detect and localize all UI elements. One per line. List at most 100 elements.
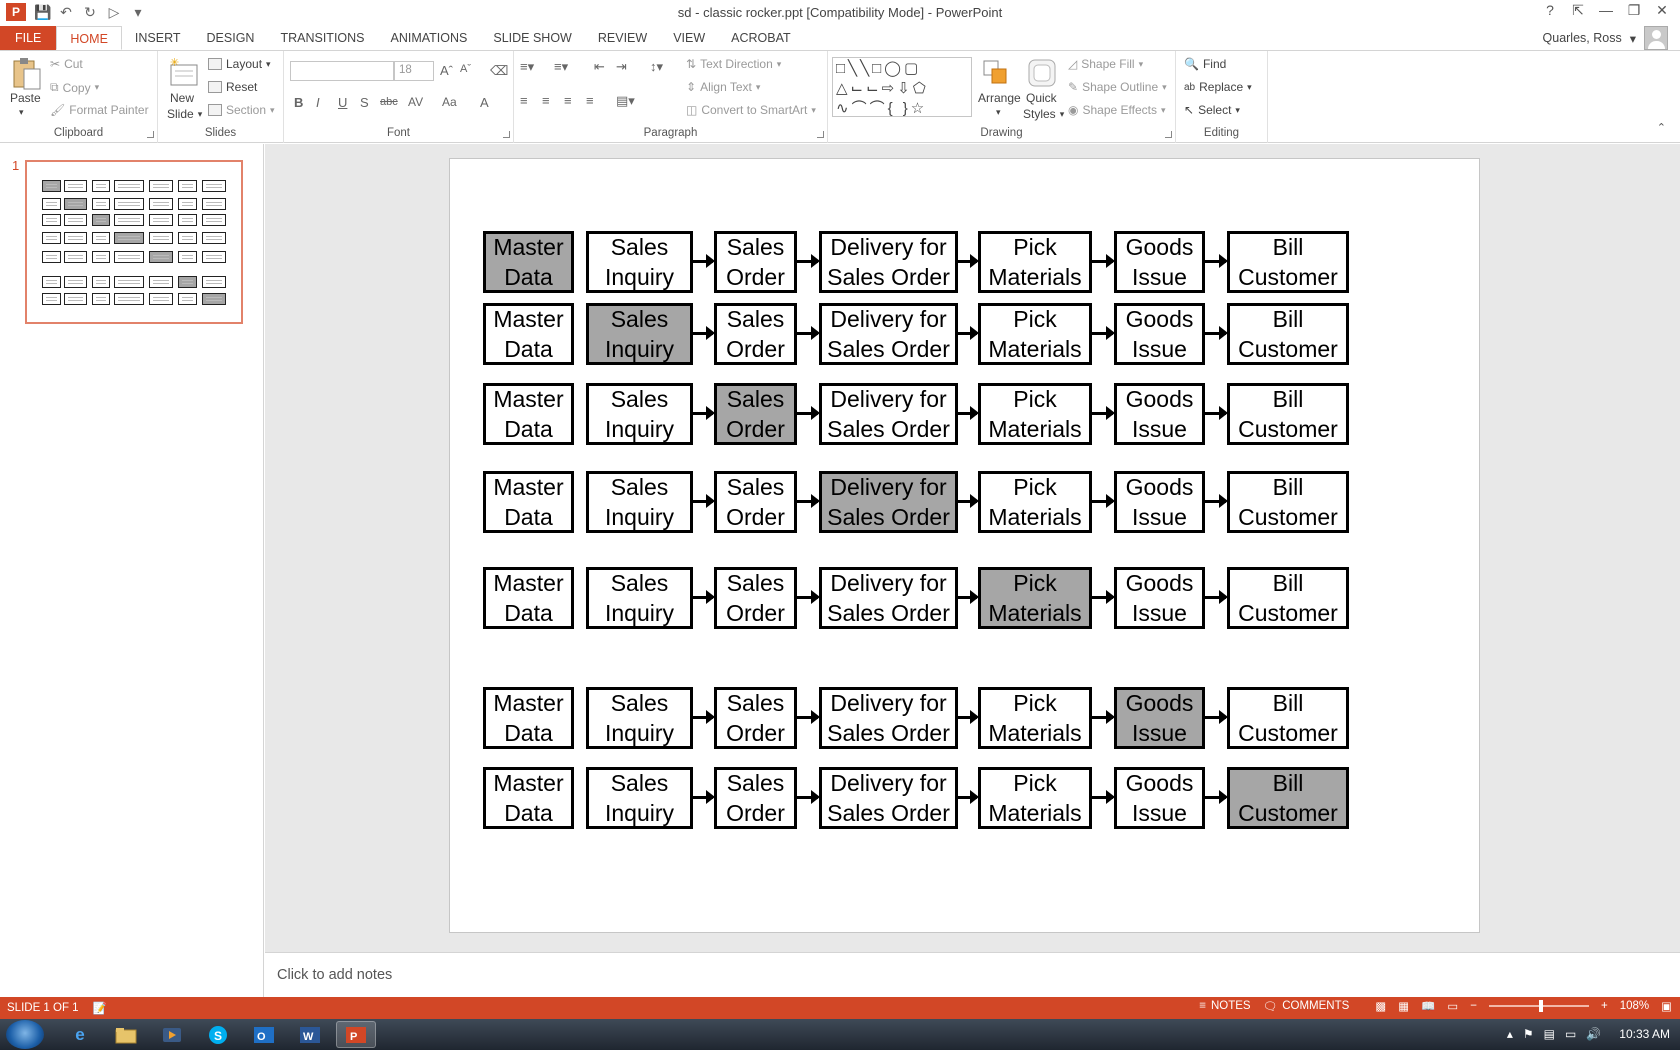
slide-canvas[interactable]: Master Data Sales Inquiry Sales Order Delivery… xyxy=(449,158,1480,933)
step-box-goods-issue[interactable]: Goods Issue xyxy=(1114,303,1205,365)
clear-formatting-icon[interactable]: ⌫ xyxy=(490,63,508,79)
step-box-master-data[interactable]: Master Data xyxy=(483,231,574,293)
normal-view-icon[interactable]: ▩ xyxy=(1375,999,1386,1013)
arrow-connector[interactable] xyxy=(958,254,979,268)
network-icon[interactable]: ▤ xyxy=(1544,1027,1555,1041)
step-box-master-data[interactable]: Master Data xyxy=(483,567,574,629)
step-box-delivery-for-sales-order[interactable]: Delivery for Sales Order xyxy=(819,383,958,445)
drawing-launcher-icon[interactable] xyxy=(1165,131,1172,138)
clock[interactable]: 10:33 AM xyxy=(1619,1027,1670,1041)
arrow-connector[interactable] xyxy=(1205,254,1228,268)
step-box-bill-customer[interactable]: Bill Customer xyxy=(1227,767,1349,829)
step-box-delivery-for-sales-order[interactable]: Delivery for Sales Order xyxy=(819,567,958,629)
replace-button[interactable]: ab Replace ▾ xyxy=(1184,80,1252,94)
ie-icon[interactable]: e xyxy=(60,1021,100,1048)
layout-button[interactable]: Layout ▾ xyxy=(208,57,271,71)
paste-dropdown-icon[interactable]: ▾ xyxy=(19,107,24,118)
arrow-connector[interactable] xyxy=(1205,590,1228,604)
arrow-connector[interactable] xyxy=(1092,494,1115,508)
step-box-pick-materials[interactable]: Pick Materials xyxy=(978,471,1092,533)
step-box-master-data[interactable]: Master Data xyxy=(483,383,574,445)
align-text-button[interactable]: ⇕ Align Text ▾ xyxy=(686,80,760,94)
arrow-connector[interactable] xyxy=(693,590,715,604)
arrow-connector[interactable] xyxy=(797,710,820,724)
ribbon-display-icon[interactable]: ⇱ xyxy=(1564,2,1592,19)
close-button[interactable]: ✕ xyxy=(1648,2,1676,19)
strikethrough-button[interactable]: abc xyxy=(380,96,398,108)
step-box-sales-inquiry[interactable]: Sales Inquiry xyxy=(586,383,693,445)
slide-sorter-icon[interactable]: ▦ xyxy=(1398,999,1409,1013)
arrow-connector[interactable] xyxy=(693,790,715,804)
columns-icon[interactable]: ▤▾ xyxy=(616,93,635,109)
arrow-connector[interactable] xyxy=(958,494,979,508)
step-box-sales-order[interactable]: Sales Order xyxy=(714,567,797,629)
outlook-icon[interactable]: O xyxy=(244,1021,284,1048)
step-box-delivery-for-sales-order[interactable]: Delivery for Sales Order xyxy=(819,231,958,293)
section-button[interactable]: Section ▾ xyxy=(208,103,275,117)
quick-styles-icon[interactable] xyxy=(1026,57,1058,91)
arrow-connector[interactable] xyxy=(1092,406,1115,420)
tab-insert[interactable]: INSERT xyxy=(122,26,194,50)
step-box-delivery-for-sales-order[interactable]: Delivery for Sales Order xyxy=(819,767,958,829)
zoom-slider[interactable] xyxy=(1488,1000,1589,1012)
arrow-connector[interactable] xyxy=(693,326,715,340)
quick-styles-dropdown[interactable]: Styles ▾ xyxy=(1023,107,1064,121)
arrow-connector[interactable] xyxy=(1205,710,1228,724)
step-box-bill-customer[interactable]: Bill Customer xyxy=(1227,567,1349,629)
help-button[interactable]: ? xyxy=(1536,2,1564,19)
step-box-pick-materials[interactable]: Pick Materials xyxy=(978,303,1092,365)
step-box-master-data[interactable]: Master Data xyxy=(483,687,574,749)
chevron-down-icon[interactable]: ▾ xyxy=(996,107,1001,118)
line-spacing-icon[interactable]: ↕▾ xyxy=(650,59,663,75)
powerpoint-icon[interactable]: P xyxy=(336,1021,376,1048)
find-button[interactable]: 🔍 Find xyxy=(1184,57,1226,71)
paragraph-launcher-icon[interactable] xyxy=(817,131,824,138)
step-box-sales-inquiry[interactable]: Sales Inquiry xyxy=(586,231,693,293)
copy-button[interactable]: ⧉ Copy ▾ xyxy=(50,80,99,95)
convert-smartart-button[interactable]: ◫ Convert to SmartArt ▾ xyxy=(686,103,816,117)
select-button[interactable]: ↖ Select ▾ xyxy=(1184,103,1240,117)
bullets-icon[interactable]: ≡▾ xyxy=(520,59,534,75)
step-box-sales-order[interactable]: Sales Order xyxy=(714,471,797,533)
arrow-connector[interactable] xyxy=(693,254,715,268)
step-box-bill-customer[interactable]: Bill Customer xyxy=(1227,231,1349,293)
step-box-pick-materials[interactable]: Pick Materials xyxy=(978,767,1092,829)
clipboard-launcher-icon[interactable] xyxy=(147,131,154,138)
step-box-master-data[interactable]: Master Data xyxy=(483,303,574,365)
step-box-bill-customer[interactable]: Bill Customer xyxy=(1227,471,1349,533)
arrow-connector[interactable] xyxy=(958,406,979,420)
paste-icon[interactable] xyxy=(10,57,42,91)
bold-button[interactable]: B xyxy=(294,95,303,110)
step-box-goods-issue[interactable]: Goods Issue xyxy=(1114,767,1205,829)
align-right-icon[interactable]: ≡ xyxy=(564,93,572,108)
volume-icon[interactable]: 🔊 xyxy=(1586,1027,1601,1041)
display-icon[interactable]: ▭ xyxy=(1565,1027,1576,1041)
arrow-connector[interactable] xyxy=(797,590,820,604)
arrange-icon[interactable] xyxy=(980,57,1012,91)
slideshow-view-icon[interactable]: ▭ xyxy=(1447,999,1458,1013)
step-box-master-data[interactable]: Master Data xyxy=(483,767,574,829)
skype-icon[interactable]: S xyxy=(198,1021,238,1048)
zoom-out-icon[interactable]: − xyxy=(1470,1000,1477,1012)
text-direction-button[interactable]: ⇅ Text Direction ▾ xyxy=(686,57,781,71)
arrow-connector[interactable] xyxy=(1092,326,1115,340)
fit-to-window-icon[interactable]: ▣ xyxy=(1661,999,1672,1013)
arrow-connector[interactable] xyxy=(1092,790,1115,804)
tab-home[interactable]: HOME xyxy=(56,26,122,50)
shrink-font-icon[interactable]: Aˇ xyxy=(460,63,471,75)
shape-effects-button[interactable]: ◉ Shape Effects ▾ xyxy=(1068,103,1166,117)
shadow-button[interactable]: S xyxy=(360,95,369,110)
step-box-sales-order[interactable]: Sales Order xyxy=(714,383,797,445)
spelling-icon[interactable]: 📝 xyxy=(93,1001,107,1015)
tab-review[interactable]: REVIEW xyxy=(585,26,660,50)
step-box-master-data[interactable]: Master Data xyxy=(483,471,574,533)
user-account[interactable]: Quarles, Ross ▾ xyxy=(1543,26,1668,50)
zoom-level[interactable]: 108% xyxy=(1620,1000,1649,1012)
step-box-bill-customer[interactable]: Bill Customer xyxy=(1227,687,1349,749)
new-slide-button[interactable]: New xyxy=(170,91,194,105)
arrow-connector[interactable] xyxy=(958,590,979,604)
arrow-connector[interactable] xyxy=(1092,710,1115,724)
arrow-connector[interactable] xyxy=(693,406,715,420)
step-box-sales-inquiry[interactable]: Sales Inquiry xyxy=(586,303,693,365)
step-box-sales-inquiry[interactable]: Sales Inquiry xyxy=(586,767,693,829)
